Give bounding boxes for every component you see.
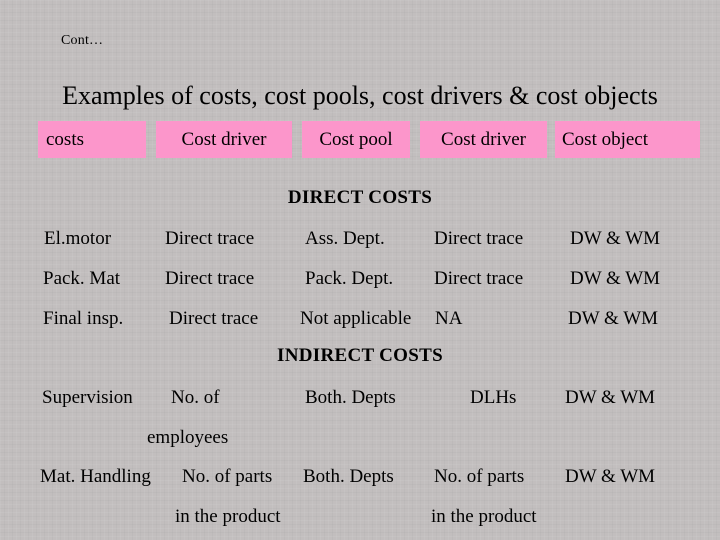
section-heading-indirect-costs: INDIRECT COSTS (277, 345, 443, 366)
cell-pool: Both. Depts (303, 466, 394, 487)
cell-object: DW & WM (568, 308, 659, 329)
column-header-cost-pool: Cost pool (302, 121, 410, 158)
cell-cost: Supervision (42, 387, 133, 408)
column-header-costs-label: costs (46, 128, 84, 150)
slide-canvas: Cont… Examples of costs, cost pools, cos… (0, 0, 720, 540)
continuation-label: Cont… (61, 33, 104, 48)
cell-driver1-continuation: in the product (175, 506, 281, 527)
cell-object: DW & WM (565, 387, 656, 408)
page-title: Examples of costs, cost pools, cost driv… (62, 81, 658, 110)
column-header-cost-driver-2: Cost driver (420, 121, 547, 158)
cell-cost: El.motor (44, 228, 112, 249)
cell-driver1: No. of parts (182, 466, 273, 487)
cell-object: DW & WM (565, 466, 656, 487)
table-row: Final insp. Direct trace Not applicable … (0, 306, 720, 332)
column-header-cost-driver-1-label: Cost driver (181, 128, 267, 150)
column-header-cost-object: Cost object (555, 121, 700, 158)
table-row: Supervision No. of Both. Depts DLHs DW &… (0, 385, 720, 411)
section-heading-direct-costs: DIRECT COSTS (287, 187, 433, 208)
column-header-cost-driver-1: Cost driver (156, 121, 292, 158)
cell-driver1-continuation: employees (147, 427, 229, 448)
table-row: Pack. Mat Direct trace Pack. Dept. Direc… (0, 266, 720, 292)
cell-cost: Final insp. (43, 308, 124, 329)
table-row-continuation: in the product in the product (0, 504, 720, 530)
cell-cost: Mat. Handling (40, 466, 151, 487)
column-header-cost-driver-2-label: Cost driver (441, 128, 526, 150)
cell-driver1: No. of (171, 387, 220, 408)
cell-driver1: Direct trace (169, 308, 259, 329)
column-header-cost-object-label: Cost object (562, 128, 649, 150)
cell-pool: Ass. Dept. (305, 228, 385, 249)
column-header-costs: costs (38, 121, 146, 158)
cell-cost: Pack. Mat (43, 268, 121, 289)
cell-driver1: Direct trace (165, 268, 255, 289)
table-row-continuation: employees (0, 425, 720, 451)
cell-pool: Pack. Dept. (305, 268, 394, 289)
cell-driver2: Direct trace (434, 268, 524, 289)
cell-driver2: DLHs (470, 387, 517, 408)
cell-pool: Not applicable (300, 308, 412, 329)
cell-object: DW & WM (570, 268, 661, 289)
column-header-row: costs Cost driver Cost pool Cost driver … (0, 121, 720, 158)
table-row: Mat. Handling No. of parts Both. Depts N… (0, 464, 720, 490)
cell-driver1: Direct trace (165, 228, 255, 249)
cell-driver2-continuation: in the product (431, 506, 537, 527)
cell-driver2: No. of parts (434, 466, 525, 487)
cell-driver2: NA (435, 308, 463, 329)
cell-driver2: Direct trace (434, 228, 524, 249)
cell-pool: Both. Depts (305, 387, 396, 408)
table-row: El.motor Direct trace Ass. Dept. Direct … (0, 226, 720, 252)
column-header-cost-pool-label: Cost pool (319, 128, 393, 150)
cell-object: DW & WM (570, 228, 661, 249)
